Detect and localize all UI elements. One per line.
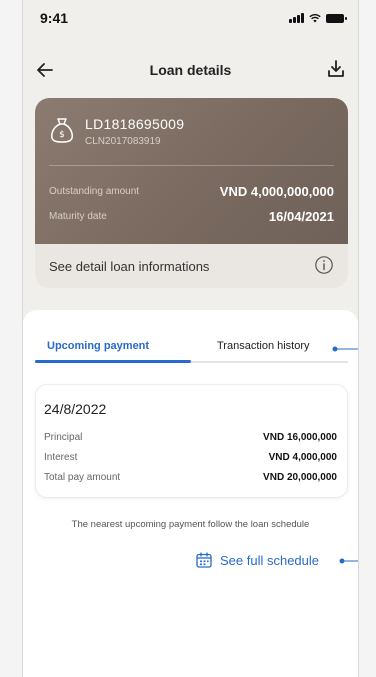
total-pay-value: VND 20,000,000 bbox=[263, 472, 337, 483]
svg-text:$: $ bbox=[59, 130, 65, 140]
outstanding-label: Outstanding amount bbox=[49, 186, 140, 197]
schedule-note: The nearest upcoming payment follow the … bbox=[71, 519, 310, 530]
annotation-pointer-icon bbox=[332, 346, 358, 352]
info-icon[interactable] bbox=[314, 255, 334, 275]
total-pay-label: Total pay amount bbox=[44, 472, 121, 483]
tab-active-indicator bbox=[35, 360, 191, 363]
calendar-icon[interactable] bbox=[195, 551, 213, 569]
header-bar: Loan details bbox=[23, 52, 358, 88]
loan-card-header: $ LD1818695009 CLN2017083919 Outstanding… bbox=[35, 98, 348, 244]
wifi-icon bbox=[309, 13, 321, 23]
status-time: 9:41 bbox=[40, 10, 69, 26]
maturity-label: Maturity date bbox=[49, 211, 107, 222]
loan-summary-card: $ LD1818695009 CLN2017083919 Outstanding… bbox=[35, 98, 348, 288]
loan-id: LD1818695009 bbox=[85, 116, 185, 132]
annotation-pointer-icon bbox=[339, 558, 358, 564]
interest-label: Interest bbox=[44, 452, 78, 463]
upcoming-payment-card: 24/8/2022 Principal VND 16,000,000 Inter… bbox=[35, 384, 348, 498]
loan-cln: CLN2017083919 bbox=[85, 136, 161, 147]
maturity-value: 16/04/2021 bbox=[268, 209, 334, 224]
outstanding-value: VND 4,000,000,000 bbox=[219, 184, 334, 199]
phone-screen: 9:41 Loan details $ LD1818695009 CLN2017… bbox=[22, 0, 359, 677]
principal-value: VND 16,000,000 bbox=[263, 432, 337, 443]
tab-upcoming-payment[interactable]: Upcoming payment bbox=[47, 340, 149, 352]
page-title: Loan details bbox=[149, 62, 232, 78]
status-icons bbox=[289, 13, 347, 23]
tab-transaction-history[interactable]: Transaction history bbox=[217, 340, 310, 352]
principal-label: Principal bbox=[44, 432, 83, 443]
money-bag-icon: $ bbox=[51, 118, 73, 143]
download-icon[interactable] bbox=[324, 57, 348, 81]
payment-sheet: Upcoming payment Transaction history 24/… bbox=[23, 310, 358, 677]
signal-icon bbox=[289, 13, 304, 23]
see-full-schedule-link[interactable]: See full schedule bbox=[220, 553, 319, 568]
status-bar: 9:41 bbox=[23, 0, 358, 40]
payment-date: 24/8/2022 bbox=[44, 401, 107, 417]
see-detail-loan-link[interactable]: See detail loan informations bbox=[49, 259, 209, 274]
card-divider bbox=[49, 165, 334, 166]
interest-value: VND 4,000,000 bbox=[268, 452, 337, 463]
battery-icon bbox=[326, 14, 347, 23]
